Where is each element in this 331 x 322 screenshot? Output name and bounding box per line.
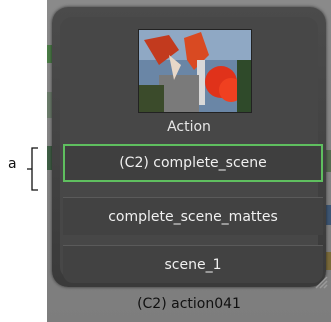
resize-grip-icon[interactable] xyxy=(314,275,328,289)
node-output-item-scene-1[interactable]: scene_1 xyxy=(63,245,323,283)
callout-bracket xyxy=(27,147,38,191)
scene-thumbnail-image[interactable] xyxy=(138,29,252,113)
node-output-item-complete-scene-mattes[interactable]: complete_scene_mattes xyxy=(63,197,323,235)
callout-label: a xyxy=(8,156,17,172)
node-name-caption: (C2) action041 xyxy=(137,296,241,312)
node-output-item-complete-scene[interactable]: (C2) complete_scene xyxy=(63,144,323,182)
node-type-label: Action xyxy=(167,119,211,135)
